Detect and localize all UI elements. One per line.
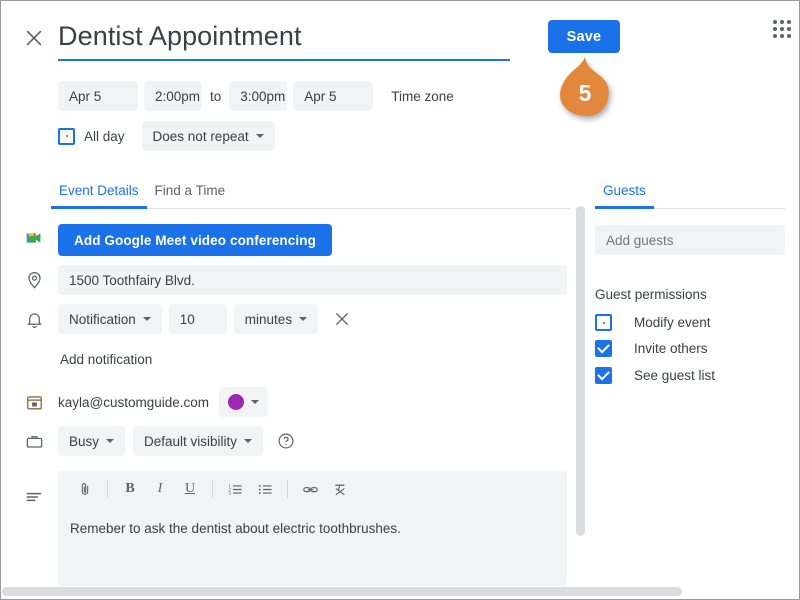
step-callout-badge: 5 <box>557 55 613 117</box>
description-lines-icon <box>21 484 47 510</box>
chevron-down-icon <box>142 317 151 321</box>
notification-row: Notification minutes <box>58 304 351 334</box>
notification-amount-input[interactable] <box>168 304 227 334</box>
busy-dropdown[interactable]: Busy <box>58 426 126 456</box>
calendar-icon <box>21 389 47 415</box>
grid-dot <box>786 20 791 25</box>
repeat-value: Does not repeat <box>152 128 249 144</box>
busy-value: Busy <box>69 433 100 449</box>
chevron-down-icon <box>255 134 264 138</box>
underline-icon[interactable]: U <box>175 475 205 503</box>
add-notification-button[interactable]: Add notification <box>58 350 154 369</box>
guests-tab-bar: Guests <box>595 179 785 209</box>
allday-row: All day Does not repeat <box>58 121 275 151</box>
repeat-dropdown[interactable]: Does not repeat <box>141 121 275 151</box>
grid-dot <box>779 33 784 38</box>
help-circle-icon[interactable] <box>277 432 295 450</box>
vertical-scrollbar[interactable] <box>576 206 585 536</box>
title-underline <box>58 59 510 61</box>
grid-dot <box>773 33 778 38</box>
tab-bar: Event Details Find a Time <box>51 179 570 209</box>
modify-event-label: Modify event <box>634 315 711 330</box>
google-meet-icon <box>21 225 47 251</box>
add-google-meet-button[interactable]: Add Google Meet video conferencing <box>58 224 332 256</box>
clear-formatting-icon[interactable] <box>325 475 355 503</box>
apps-grid-icon[interactable] <box>770 17 794 41</box>
chevron-down-icon <box>251 400 260 404</box>
start-date-field[interactable]: Apr 5 <box>58 81 138 111</box>
tab-guests[interactable]: Guests <box>595 179 654 209</box>
grid-dot <box>779 20 784 25</box>
permission-row-see-guest-list: See guest list <box>595 367 715 384</box>
notification-type-dropdown[interactable]: Notification <box>58 304 162 334</box>
all-day-checkbox[interactable] <box>58 127 75 145</box>
italic-icon[interactable]: I <box>145 475 175 503</box>
owner-email: kayla@customguide.com <box>58 394 210 410</box>
chevron-down-icon <box>106 439 115 443</box>
visibility-value: Default visibility <box>144 433 238 449</box>
svg-text:3: 3 <box>228 492 231 497</box>
tab-event-details[interactable]: Event Details <box>51 179 147 209</box>
toolbar-divider <box>212 480 213 498</box>
location-input[interactable] <box>58 265 567 295</box>
notification-unit-value: minutes <box>244 311 293 327</box>
bulleted-list-icon[interactable] <box>250 475 280 503</box>
briefcase-icon <box>21 428 47 454</box>
invite-others-label: Invite others <box>634 341 708 356</box>
notification-type-value: Notification <box>69 311 136 327</box>
horizontal-scrollbar[interactable] <box>2 587 682 596</box>
event-editor-window: Dentist Appointment Save 5 Apr 5 2:00pm … <box>0 0 800 600</box>
color-swatch <box>228 394 245 410</box>
event-color-dropdown[interactable] <box>219 387 269 417</box>
callout-number: 5 <box>578 80 592 106</box>
see-guest-list-checkbox[interactable] <box>595 367 612 384</box>
description-editor[interactable]: B I U 1 2 3 Remeber to ask the dentist a… <box>58 471 567 586</box>
timezone-button[interactable]: Time zone <box>383 89 462 104</box>
save-button[interactable]: Save <box>548 20 620 53</box>
toolbar-divider <box>107 480 108 498</box>
chevron-down-icon <box>244 439 253 443</box>
permission-row-invite-others: Invite others <box>595 340 708 357</box>
notification-unit-dropdown[interactable]: minutes <box>233 304 319 334</box>
modify-event-checkbox[interactable] <box>595 314 612 331</box>
tab-find-a-time[interactable]: Find a Time <box>147 179 234 208</box>
event-title-field[interactable]: Dentist Appointment <box>58 19 510 61</box>
remove-notification-icon[interactable] <box>333 310 351 328</box>
link-icon[interactable] <box>295 475 325 503</box>
page-title[interactable]: Dentist Appointment <box>58 19 510 59</box>
invite-others-checkbox[interactable] <box>595 340 612 357</box>
toolbar-divider <box>287 480 288 498</box>
description-toolbar: B I U 1 2 3 <box>58 471 567 507</box>
description-text[interactable]: Remeber to ask the dentist about electri… <box>58 507 567 536</box>
location-pin-icon <box>21 267 47 293</box>
grid-dot <box>779 26 784 31</box>
attachment-icon[interactable] <box>70 475 100 503</box>
end-date-field[interactable]: Apr 5 <box>293 81 374 111</box>
all-day-label: All day <box>84 128 125 144</box>
see-guest-list-label: See guest list <box>634 368 716 383</box>
bold-icon[interactable]: B <box>115 475 145 503</box>
close-icon[interactable] <box>23 27 45 49</box>
status-row: Busy Default visibility <box>58 426 295 456</box>
grid-dot <box>773 26 778 31</box>
numbered-list-icon[interactable]: 1 2 3 <box>220 475 250 503</box>
guest-permissions-label: Guest permissions <box>595 287 707 302</box>
to-label: to <box>210 88 222 104</box>
visibility-dropdown[interactable]: Default visibility <box>133 426 264 456</box>
add-guests-input[interactable] <box>595 225 785 255</box>
bell-icon <box>21 306 47 332</box>
calendar-owner-row: kayla@customguide.com <box>58 387 269 417</box>
permission-row-modify-event: Modify event <box>595 314 711 331</box>
grid-dot <box>786 26 791 31</box>
start-time-field[interactable]: 2:00pm <box>144 81 202 111</box>
grid-dot <box>773 20 778 25</box>
end-time-field[interactable]: 3:00pm <box>229 81 288 111</box>
datetime-row: Apr 5 2:00pm to 3:00pm Apr 5 Time zone <box>58 81 462 111</box>
chevron-down-icon <box>299 317 308 321</box>
grid-dot <box>786 33 791 38</box>
